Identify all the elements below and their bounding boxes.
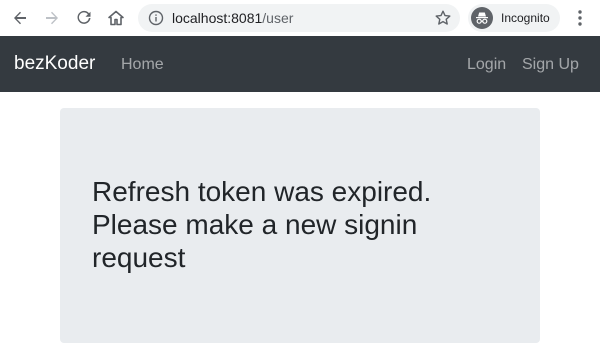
error-message: Refresh token was expired. Please make a… bbox=[92, 176, 432, 273]
info-icon[interactable] bbox=[148, 10, 164, 26]
star-icon[interactable] bbox=[434, 9, 452, 27]
address-bar[interactable]: localhost:8081/user bbox=[138, 4, 460, 32]
nav-link-home[interactable]: Home bbox=[121, 55, 164, 75]
reload-button[interactable] bbox=[72, 6, 96, 30]
reload-icon bbox=[77, 10, 91, 24]
incognito-icon bbox=[471, 7, 493, 29]
browser-toolbar: localhost:8081/user Incognito bbox=[0, 0, 600, 36]
arrow-left-icon bbox=[14, 11, 26, 25]
brand-link[interactable]: bezKoder bbox=[14, 53, 95, 75]
back-button[interactable] bbox=[8, 6, 32, 30]
app-navbar: bezKoder Home Login Sign Up bbox=[0, 36, 600, 92]
home-icon bbox=[108, 10, 124, 26]
url-text[interactable]: localhost:8081/user bbox=[172, 10, 293, 26]
nav-link-signup[interactable]: Sign Up bbox=[522, 55, 579, 75]
url-host: localhost:8081 bbox=[172, 10, 263, 26]
home-button[interactable] bbox=[104, 6, 128, 30]
incognito-indicator[interactable]: Incognito bbox=[468, 4, 560, 32]
more-vertical-icon bbox=[578, 10, 582, 26]
nav-link-login[interactable]: Login bbox=[467, 55, 506, 75]
url-path: /user bbox=[262, 10, 294, 26]
message-panel: Refresh token was expired. Please make a… bbox=[60, 108, 540, 343]
incognito-label: Incognito bbox=[501, 11, 550, 25]
forward-button[interactable] bbox=[40, 6, 64, 30]
browser-menu-button[interactable] bbox=[570, 6, 590, 30]
arrow-right-icon bbox=[46, 11, 58, 25]
